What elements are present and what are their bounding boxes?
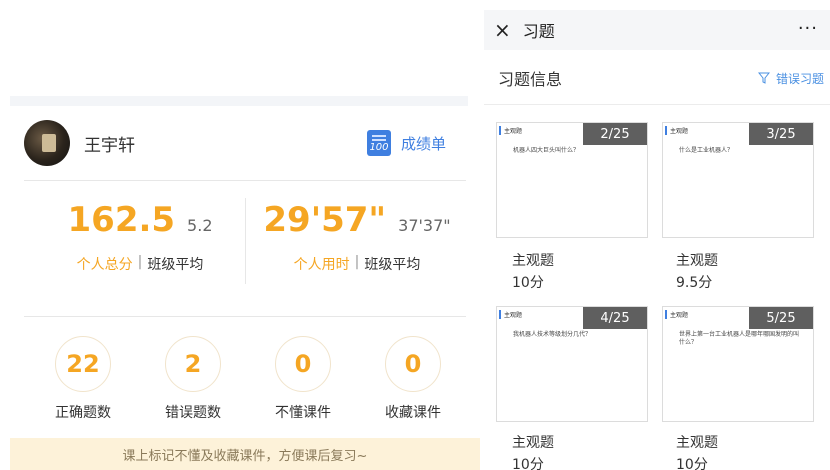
question-text: 世界上第一台工业机器人是哪年哪国发明的叫什么？ (679, 331, 800, 347)
favorite-count: 0 (385, 336, 441, 392)
personal-time-label: 个人用时 (293, 257, 350, 273)
question-score: 10分 (512, 457, 544, 470)
wrong-count-label: 错误题数 (165, 405, 221, 421)
tip-text: 课上标记不懂及收藏课件，方便课后复习~ (122, 448, 368, 464)
page-badge: 2/25 (583, 123, 647, 145)
page-badge: 3/25 (749, 123, 813, 145)
divider (484, 104, 830, 105)
question-type: 主观题 (676, 435, 718, 451)
report-card-label: 成绩单 (400, 134, 446, 153)
wrong-exercises-filter[interactable]: 错误习题 (757, 70, 824, 87)
not-understood-count-item[interactable]: 0 不懂课件 (248, 336, 358, 422)
title-bar: × 习题 ··· (484, 10, 830, 50)
page-badge: 4/25 (583, 307, 647, 329)
exercise-meta: 主观题 10分 (512, 432, 632, 470)
favorite-count-label: 收藏课件 (385, 405, 441, 421)
exercise-card[interactable]: 主观题 机器人四大巨头叫什么？ 2/25 (496, 122, 648, 238)
question-type-tag: 主观题 (665, 310, 688, 319)
exercise-card[interactable]: 主观题 什么是工业机器人？ 3/25 (662, 122, 814, 238)
question-type-tag: 主观题 (665, 126, 688, 135)
exercise-meta: 主观题 10分 (512, 250, 632, 292)
exercise-card[interactable]: 主观题 世界上第一台工业机器人是哪年哪国发明的叫什么？ 5/25 (662, 306, 814, 422)
student-profile: 王宇轩 100 成绩单 (24, 118, 454, 168)
report-card-button[interactable]: 100 成绩单 (366, 130, 446, 156)
funnel-icon (757, 72, 770, 84)
report-card-icon: 100 (366, 130, 391, 156)
divider (24, 316, 466, 317)
question-type-tag: 主观题 (499, 126, 522, 135)
question-type: 主观题 (512, 435, 554, 451)
tip-banner: 课上标记不懂及收藏课件，方便课后复习~ (10, 438, 480, 470)
question-score: 10分 (676, 457, 708, 470)
nav-title: 习题 (522, 22, 555, 41)
favorite-count-item[interactable]: 0 收藏课件 (358, 336, 468, 422)
exercise-meta: 主观题 10分 (676, 432, 796, 470)
class-average-score: 5.2 (187, 216, 213, 235)
screen: 王宇轩 100 成绩单 162.5 5.2 个人总分 | 班级平均 29'57"… (0, 0, 830, 470)
divider (24, 180, 466, 181)
close-icon[interactable]: × (494, 18, 511, 42)
vertical-divider (245, 198, 246, 284)
score-stat: 162.5 5.2 个人总分 | 班级平均 (40, 200, 240, 290)
class-average-time: 37'37" (398, 216, 451, 235)
question-type-tag: 主观题 (499, 310, 522, 319)
time-stat: 29'57" 37'37" 个人用时 | 班级平均 (252, 200, 462, 290)
correct-count: 22 (55, 336, 111, 392)
wrong-exercises-label: 错误习题 (775, 71, 824, 86)
correct-count-item[interactable]: 22 正确题数 (28, 336, 138, 422)
exercise-panel: × 习题 ··· 习题信息 错误习题 主观题 机器人四大巨头叫什么？ 2/25 … (484, 0, 830, 470)
not-understood-count-label: 不懂课件 (275, 405, 331, 421)
class-average-label: 班级平均 (147, 257, 204, 273)
personal-time: 29'57" (263, 200, 387, 240)
personal-score-label: 个人总分 (76, 257, 133, 273)
exercise-info-title: 习题信息 (498, 70, 563, 89)
separator: | (137, 254, 143, 270)
question-text: 什么是工业机器人？ (679, 147, 734, 154)
question-score: 10分 (512, 275, 544, 291)
correct-count-label: 正确题数 (55, 405, 111, 421)
exercise-meta: 主观题 9.5分 (676, 250, 796, 292)
avatar[interactable] (24, 120, 70, 166)
question-text: 我机器人技术等级划分几代？ (513, 331, 592, 338)
wrong-count: 2 (165, 336, 221, 392)
counter-row: 22 正确题数 2 错误题数 0 不懂课件 0 收藏课件 (28, 336, 468, 422)
exercise-info-header: 习题信息 错误习题 (498, 66, 824, 90)
question-score: 9.5分 (676, 275, 713, 291)
top-band (10, 96, 468, 106)
student-name: 王宇轩 (84, 135, 135, 156)
question-text: 机器人四大巨头叫什么？ (513, 147, 580, 154)
personal-score: 162.5 (67, 200, 176, 240)
report-panel: 王宇轩 100 成绩单 162.5 5.2 个人总分 | 班级平均 29'57"… (0, 0, 480, 470)
more-icon[interactable]: ··· (798, 18, 818, 39)
not-understood-count: 0 (275, 336, 331, 392)
class-average-label: 班级平均 (364, 257, 421, 273)
exercise-card[interactable]: 主观题 我机器人技术等级划分几代？ 4/25 (496, 306, 648, 422)
question-type: 主观题 (512, 253, 554, 269)
page-badge: 5/25 (749, 307, 813, 329)
question-type: 主观题 (676, 253, 718, 269)
wrong-count-item[interactable]: 2 错误题数 (138, 336, 248, 422)
separator: | (354, 254, 360, 270)
